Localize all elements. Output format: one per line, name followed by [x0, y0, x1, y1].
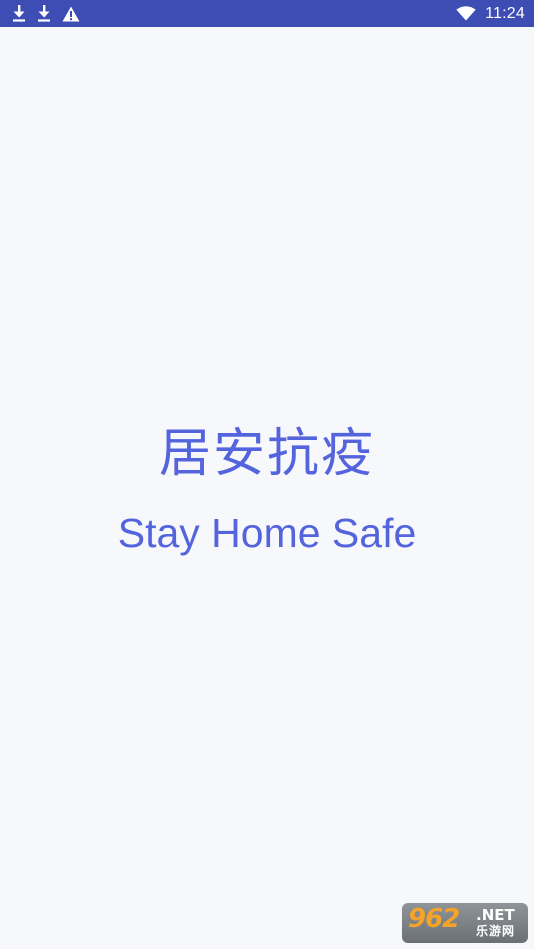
- watermark-site-name: 乐游网: [476, 924, 516, 938]
- splash-title-chinese: 居安抗疫: [158, 424, 375, 484]
- splash-screen: 居安抗疫 Stay Home Safe: [0, 27, 534, 949]
- wifi-icon: [456, 6, 476, 21]
- status-bar: 11:24: [0, 0, 534, 27]
- download-icon: [12, 5, 26, 22]
- watermark-suffix: .NET: [476, 906, 515, 924]
- status-system-icons: 11:24: [456, 0, 525, 27]
- status-clock: 11:24: [485, 4, 525, 22]
- watermark-number: 962: [408, 904, 460, 934]
- status-notification-icons: [12, 4, 80, 23]
- splash-title-english: Stay Home Safe: [117, 510, 417, 556]
- download-icon: [37, 5, 51, 22]
- watermark-logo: 962 .NET 乐游网: [402, 903, 528, 943]
- warning-icon: [62, 6, 80, 22]
